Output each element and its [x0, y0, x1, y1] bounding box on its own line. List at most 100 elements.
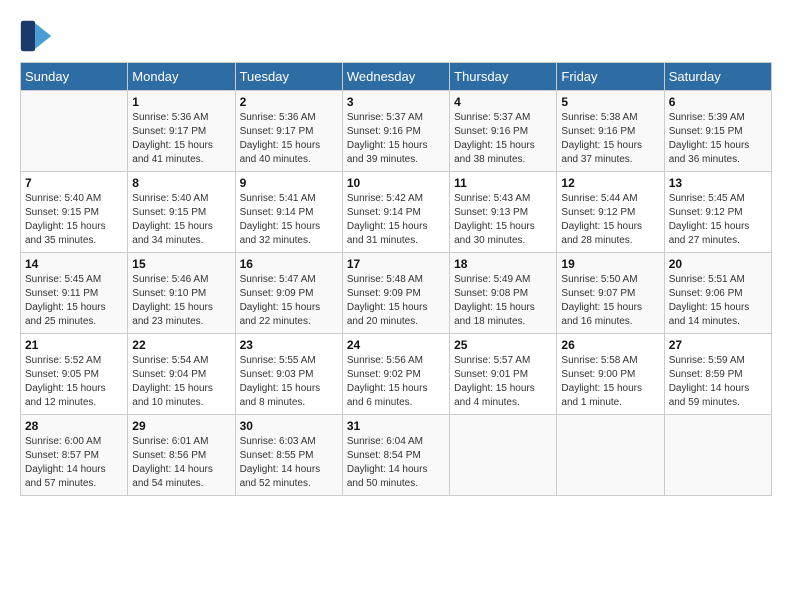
header: [20, 20, 772, 52]
day-number: 21: [25, 338, 123, 352]
header-cell-thursday: Thursday: [450, 63, 557, 91]
header-cell-sunday: Sunday: [21, 63, 128, 91]
day-number: 3: [347, 95, 445, 109]
day-cell: 1 Sunrise: 5:36 AMSunset: 9:17 PMDaylight…: [128, 91, 235, 172]
week-row-3: 14 Sunrise: 5:45 AMSunset: 9:11 PMDayligh…: [21, 253, 772, 334]
day-number: 11: [454, 176, 552, 190]
day-info: Sunrise: 5:47 AMSunset: 9:09 PMDaylight:…: [240, 273, 338, 329]
day-cell: 7 Sunrise: 5:40 AMSunset: 9:15 PMDaylight…: [21, 172, 128, 253]
day-number: 13: [669, 176, 767, 190]
day-number: 14: [25, 257, 123, 271]
day-number: 25: [454, 338, 552, 352]
day-cell: 10 Sunrise: 5:42 AMSunset: 9:14 PMDayligh…: [342, 172, 449, 253]
header-cell-saturday: Saturday: [664, 63, 771, 91]
day-info: Sunrise: 5:51 AMSunset: 9:06 PMDaylight:…: [669, 273, 767, 329]
day-cell: 9Sunrise: 5:41 AMSunset: 9:14 PMDaylight…: [235, 172, 342, 253]
day-cell: 30 Sunrise: 6:03 AMSunset: 8:55 PMDayligh…: [235, 415, 342, 496]
day-number: 1: [132, 95, 230, 109]
day-info: Sunrise: 5:58 AMSunset: 9:00 PMDaylight:…: [561, 354, 659, 410]
day-number: 5: [561, 95, 659, 109]
day-info: Sunrise: 5:42 AMSunset: 9:14 PMDaylight:…: [347, 192, 445, 248]
header-cell-tuesday: Tuesday: [235, 63, 342, 91]
day-info: Sunrise: 6:04 AMSunset: 8:54 PMDaylight:…: [347, 435, 445, 491]
day-number: 18: [454, 257, 552, 271]
day-info: Sunrise: 6:01 AMSunset: 8:56 PMDaylight:…: [132, 435, 230, 491]
day-cell: 27 Sunrise: 5:59 AMSunset: 8:59 PMDayligh…: [664, 334, 771, 415]
day-cell: [664, 415, 771, 496]
day-info: Sunrise: 6:03 AMSunset: 8:55 PMDaylight:…: [240, 435, 338, 491]
header-cell-wednesday: Wednesday: [342, 63, 449, 91]
day-cell: 25 Sunrise: 5:57 AMSunset: 9:01 PMDayligh…: [450, 334, 557, 415]
day-cell: [21, 91, 128, 172]
week-row-1: 1 Sunrise: 5:36 AMSunset: 9:17 PMDaylight…: [21, 91, 772, 172]
day-cell: 6Sunrise: 5:39 AMSunset: 9:15 PMDaylight…: [664, 91, 771, 172]
day-cell: 13 Sunrise: 5:45 AMSunset: 9:12 PMDayligh…: [664, 172, 771, 253]
day-cell: 20 Sunrise: 5:51 AMSunset: 9:06 PMDayligh…: [664, 253, 771, 334]
day-number: 22: [132, 338, 230, 352]
day-number: 12: [561, 176, 659, 190]
day-number: 10: [347, 176, 445, 190]
day-cell: 23 Sunrise: 5:55 AMSunset: 9:03 PMDayligh…: [235, 334, 342, 415]
day-number: 7: [25, 176, 123, 190]
day-cell: 17Sunrise: 5:48 AMSunset: 9:09 PMDayligh…: [342, 253, 449, 334]
day-info: Sunrise: 5:49 AMSunset: 9:08 PMDaylight:…: [454, 273, 552, 329]
day-number: 17: [347, 257, 445, 271]
day-number: 16: [240, 257, 338, 271]
day-cell: 5 Sunrise: 5:38 AMSunset: 9:16 PMDaylight…: [557, 91, 664, 172]
day-info: Sunrise: 5:36 AMSunset: 9:17 PMDaylight:…: [132, 111, 230, 167]
logo-icon: [20, 20, 52, 52]
day-info: Sunrise: 5:43 AMSunset: 9:13 PMDaylight:…: [454, 192, 552, 248]
day-info: Sunrise: 6:00 AMSunset: 8:57 PMDaylight:…: [25, 435, 123, 491]
week-row-4: 21Sunrise: 5:52 AMSunset: 9:05 PMDayligh…: [21, 334, 772, 415]
week-row-2: 7 Sunrise: 5:40 AMSunset: 9:15 PMDaylight…: [21, 172, 772, 253]
day-info: Sunrise: 5:40 AMSunset: 9:15 PMDaylight:…: [132, 192, 230, 248]
day-number: 26: [561, 338, 659, 352]
day-cell: 21Sunrise: 5:52 AMSunset: 9:05 PMDayligh…: [21, 334, 128, 415]
day-cell: 26 Sunrise: 5:58 AMSunset: 9:00 PMDayligh…: [557, 334, 664, 415]
day-info: Sunrise: 5:46 AMSunset: 9:10 PMDaylight:…: [132, 273, 230, 329]
header-cell-friday: Friday: [557, 63, 664, 91]
day-cell: 12Sunrise: 5:44 AMSunset: 9:12 PMDayligh…: [557, 172, 664, 253]
logo: [20, 20, 56, 52]
day-info: Sunrise: 5:37 AMSunset: 9:16 PMDaylight:…: [347, 111, 445, 167]
day-cell: 14 Sunrise: 5:45 AMSunset: 9:11 PMDayligh…: [21, 253, 128, 334]
day-number: 4: [454, 95, 552, 109]
header-row: SundayMondayTuesdayWednesdayThursdayFrid…: [21, 63, 772, 91]
day-number: 29: [132, 419, 230, 433]
day-info: Sunrise: 5:59 AMSunset: 8:59 PMDaylight:…: [669, 354, 767, 410]
day-info: Sunrise: 5:50 AMSunset: 9:07 PMDaylight:…: [561, 273, 659, 329]
day-info: Sunrise: 5:38 AMSunset: 9:16 PMDaylight:…: [561, 111, 659, 167]
header-cell-monday: Monday: [128, 63, 235, 91]
day-cell: 29 Sunrise: 6:01 AMSunset: 8:56 PMDayligh…: [128, 415, 235, 496]
day-cell: 31 Sunrise: 6:04 AMSunset: 8:54 PMDayligh…: [342, 415, 449, 496]
day-info: Sunrise: 5:40 AMSunset: 9:15 PMDaylight:…: [25, 192, 123, 248]
day-cell: 3 Sunrise: 5:37 AMSunset: 9:16 PMDaylight…: [342, 91, 449, 172]
day-number: 19: [561, 257, 659, 271]
day-info: Sunrise: 5:37 AMSunset: 9:16 PMDaylight:…: [454, 111, 552, 167]
day-cell: [557, 415, 664, 496]
day-cell: 16 Sunrise: 5:47 AMSunset: 9:09 PMDayligh…: [235, 253, 342, 334]
day-number: 27: [669, 338, 767, 352]
day-number: 20: [669, 257, 767, 271]
day-cell: 18 Sunrise: 5:49 AMSunset: 9:08 PMDayligh…: [450, 253, 557, 334]
calendar-table: SundayMondayTuesdayWednesdayThursdayFrid…: [20, 62, 772, 496]
day-number: 28: [25, 419, 123, 433]
day-info: Sunrise: 5:45 AMSunset: 9:12 PMDaylight:…: [669, 192, 767, 248]
day-info: Sunrise: 5:57 AMSunset: 9:01 PMDaylight:…: [454, 354, 552, 410]
day-number: 31: [347, 419, 445, 433]
week-row-5: 28 Sunrise: 6:00 AMSunset: 8:57 PMDayligh…: [21, 415, 772, 496]
day-cell: 22 Sunrise: 5:54 AMSunset: 9:04 PMDayligh…: [128, 334, 235, 415]
day-cell: 19 Sunrise: 5:50 AMSunset: 9:07 PMDayligh…: [557, 253, 664, 334]
day-number: 30: [240, 419, 338, 433]
day-cell: 2Sunrise: 5:36 AMSunset: 9:17 PMDaylight…: [235, 91, 342, 172]
day-number: 23: [240, 338, 338, 352]
day-cell: 28 Sunrise: 6:00 AMSunset: 8:57 PMDayligh…: [21, 415, 128, 496]
day-info: Sunrise: 5:55 AMSunset: 9:03 PMDaylight:…: [240, 354, 338, 410]
day-number: 24: [347, 338, 445, 352]
day-cell: 8Sunrise: 5:40 AMSunset: 9:15 PMDaylight…: [128, 172, 235, 253]
day-number: 15: [132, 257, 230, 271]
day-info: Sunrise: 5:54 AMSunset: 9:04 PMDaylight:…: [132, 354, 230, 410]
day-info: Sunrise: 5:56 AMSunset: 9:02 PMDaylight:…: [347, 354, 445, 410]
day-info: Sunrise: 5:45 AMSunset: 9:11 PMDaylight:…: [25, 273, 123, 329]
day-cell: [450, 415, 557, 496]
